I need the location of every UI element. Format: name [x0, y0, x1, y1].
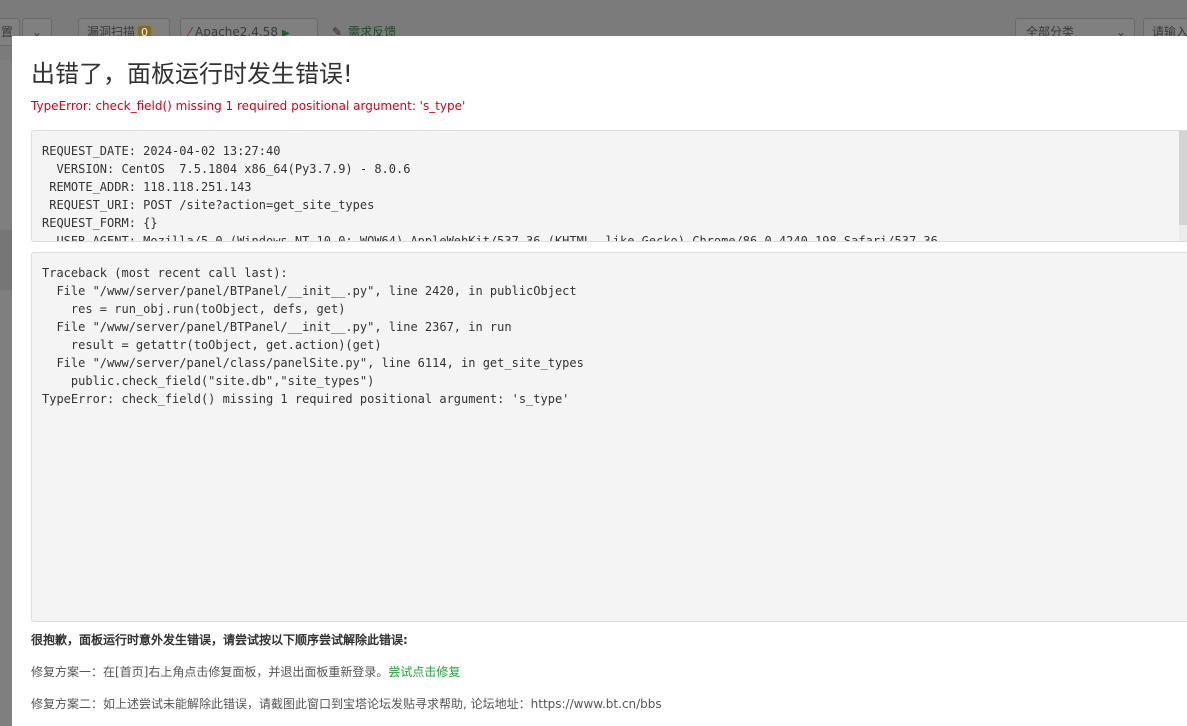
request-info-line: REQUEST_DATE: 2024-04-02 13:27:40	[42, 144, 281, 158]
error-dialog: 出错了，面板运行时发生错误! TypeError: check_field() …	[12, 36, 1187, 726]
try-repair-link[interactable]: 尝试点击修复	[388, 665, 460, 679]
traceback-line: File "/www/server/panel/class/panelSite.…	[42, 356, 584, 370]
traceback-line: result = getattr(toObject, get.action)(g…	[42, 338, 382, 352]
fix-option-two: 修复方案二：如上述尝试未能解除此错误，请截图此窗口到宝塔论坛发贴寻求帮助, 论坛…	[31, 697, 662, 711]
traceback-line: File "/www/server/panel/BTPanel/__init__…	[42, 284, 577, 298]
background-sidebar	[0, 60, 12, 726]
traceback-text: Traceback (most recent call last): File …	[42, 264, 584, 408]
request-info-line: USER_AGENT: Mozilla/5.0 (Windows NT 10.0…	[42, 234, 938, 242]
request-info-line: REMOTE_ADDR: 118.118.251.143	[42, 180, 252, 194]
traceback-panel[interactable]: Traceback (most recent call last): File …	[31, 252, 1187, 622]
fix-option-one: 修复方案一：在[首页]右上角点击修复面板，并退出面板重新登录。尝试点击修复	[31, 663, 460, 680]
request-info-panel[interactable]: REQUEST_DATE: 2024-04-02 13:27:40 VERSIO…	[31, 130, 1187, 242]
traceback-line: File "/www/server/panel/BTPanel/__init__…	[42, 320, 512, 334]
scrollbar-thumb[interactable]	[1179, 131, 1187, 225]
request-info-line: VERSION: CentOS 7.5.1804 x86_64(Py3.7.9)…	[42, 162, 411, 176]
request-info-scrollbar[interactable]	[1179, 131, 1187, 241]
error-message: TypeError: check_field() missing 1 requi…	[31, 99, 466, 113]
request-info-line: REQUEST_URI: POST /site?action=get_site_…	[42, 198, 375, 212]
fix-option-one-text: 修复方案一：在[首页]右上角点击修复面板，并退出面板重新登录。	[31, 665, 389, 679]
help-heading: 很抱歉，面板运行时意外发生错误，请尝试按以下顺序尝试解除此错误:	[31, 633, 408, 647]
request-info-line: REQUEST_FORM: {}	[42, 216, 158, 230]
traceback-line: TypeError: check_field() missing 1 requi…	[42, 392, 570, 406]
dialog-title: 出错了，面板运行时发生错误!	[31, 60, 353, 88]
traceback-line: res = run_obj.run(toObject, defs, get)	[42, 302, 346, 316]
request-info-text: REQUEST_DATE: 2024-04-02 13:27:40 VERSIO…	[42, 142, 938, 242]
traceback-line: Traceback (most recent call last):	[42, 266, 288, 280]
traceback-line: public.check_field("site.db","site_types…	[42, 374, 375, 388]
